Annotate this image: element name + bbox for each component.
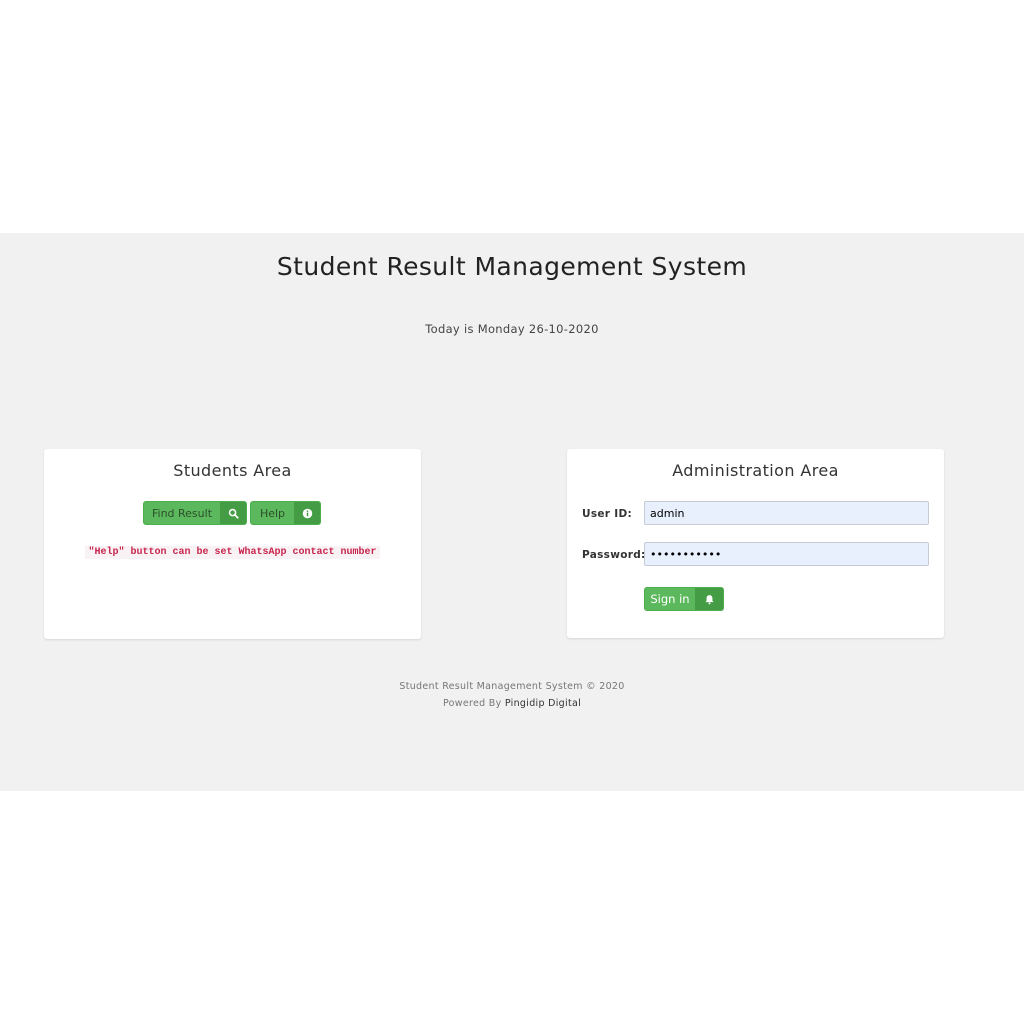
date-text: Today is Monday 26-10-2020 <box>425 322 599 336</box>
sign-in-button[interactable]: Sign in <box>644 587 724 611</box>
user-id-label: User ID: <box>582 508 632 520</box>
user-id-input[interactable] <box>644 501 929 525</box>
find-result-label: Find Result <box>151 506 213 520</box>
password-label: Password: <box>582 549 646 561</box>
sign-in-label: Sign in <box>650 592 690 606</box>
bell-icon <box>695 588 723 610</box>
powered-by-link[interactable]: Pingidip Digital <box>505 698 581 709</box>
help-button[interactable]: Help <box>250 501 321 525</box>
help-note: "Help" button can be set WhatsApp contac… <box>44 546 421 559</box>
find-result-button[interactable]: Find Result <box>143 501 247 525</box>
info-icon <box>294 502 320 524</box>
help-label: Help <box>259 506 286 520</box>
administration-area-panel: Administration Area User ID: Password: S… <box>567 449 944 638</box>
footer-copyright: Student Result Management System © 2020 <box>399 681 625 692</box>
search-icon <box>220 502 246 524</box>
page-title: Student Result Management System <box>276 252 748 281</box>
administration-area-title: Administration Area <box>672 461 839 480</box>
powered-by-prefix: Powered By <box>442 698 502 709</box>
footer-powered-by: Powered By Pingidip Digital <box>0 698 1024 709</box>
help-note-text: "Help" button can be set WhatsApp contac… <box>85 546 380 559</box>
students-area-title: Students Area <box>173 461 292 480</box>
password-input[interactable] <box>644 542 929 566</box>
students-area-panel: Students Area Find Result Help "Help" bu… <box>44 449 421 639</box>
